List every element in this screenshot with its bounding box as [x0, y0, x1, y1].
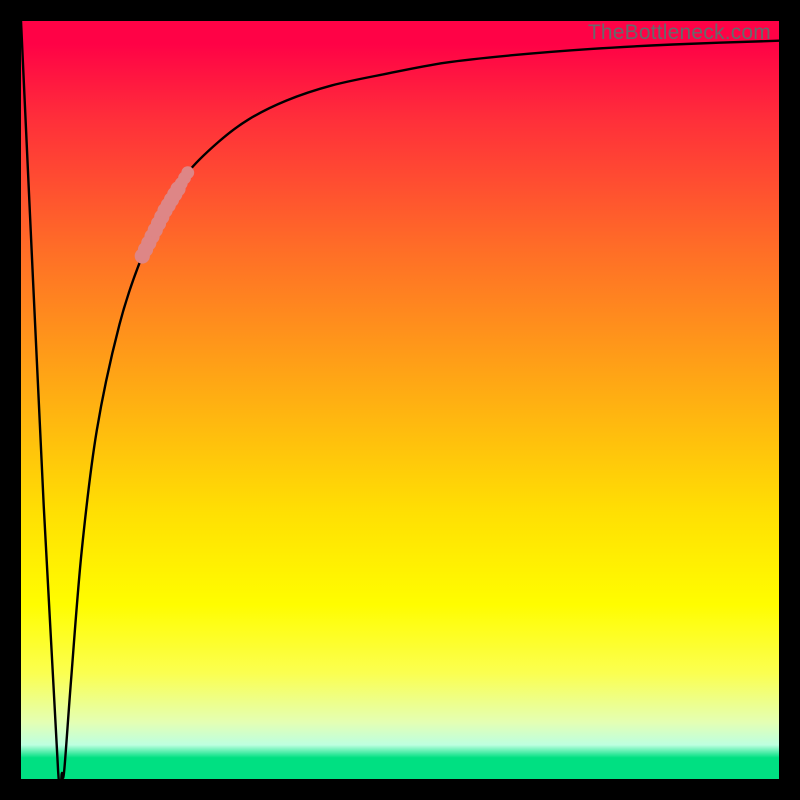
chart-svg: [21, 21, 779, 779]
plot-area: TheBottleneck.com: [21, 21, 779, 779]
highlight-dot: [181, 166, 194, 179]
bottleneck-curve: [21, 21, 779, 791]
highlight-segment: [135, 166, 194, 263]
chart-frame: TheBottleneck.com: [0, 0, 800, 800]
